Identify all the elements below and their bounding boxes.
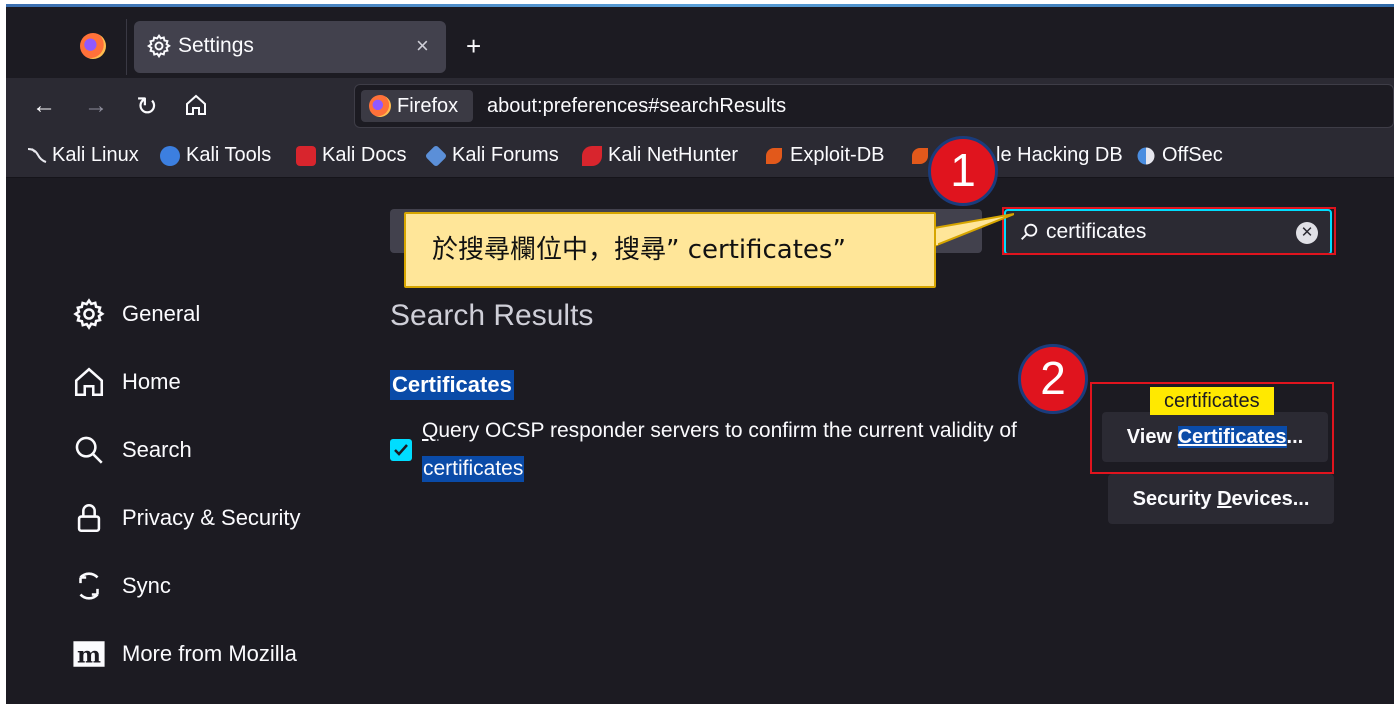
url-text[interactable]: about:preferences#searchResults xyxy=(487,95,786,118)
forward-button[interactable]: → xyxy=(84,92,108,120)
sidebar-item-search[interactable]: Search xyxy=(72,433,192,467)
kali-tools-icon xyxy=(160,145,180,166)
exploit-db-icon xyxy=(766,147,782,164)
tab-close-button[interactable]: × xyxy=(416,33,429,59)
ocsp-label-text: uery OCSP responder servers to confirm t… xyxy=(438,419,1017,442)
firefox-logo-icon[interactable] xyxy=(80,33,106,59)
tab-settings[interactable]: Settings × xyxy=(134,21,446,73)
sidebar-item-label: More from Mozilla xyxy=(122,641,297,666)
offsec-icon xyxy=(1137,147,1155,164)
sidebar-item-label: Home xyxy=(122,369,181,394)
bookmark-kali-forums[interactable]: Kali Forums xyxy=(424,144,559,167)
sidebar-item-sync[interactable]: Sync xyxy=(72,569,171,603)
bookmark-offsec[interactable]: OffSec xyxy=(1136,144,1223,167)
mozilla-icon: m xyxy=(73,641,105,669)
back-button[interactable]: ← xyxy=(32,92,56,120)
gear-icon xyxy=(73,298,105,330)
ocsp-checkbox[interactable] xyxy=(390,439,412,461)
bookmark-kali-linux[interactable]: Kali Linux xyxy=(26,144,139,167)
sidebar-item-label: General xyxy=(122,301,201,326)
home-icon[interactable] xyxy=(184,93,208,117)
search-icon xyxy=(75,436,103,464)
bookmark-label: Exploit-DB xyxy=(790,144,885,166)
annotation-step-badge-1: 1 xyxy=(928,136,998,206)
bookmark-exploit-db[interactable]: Exploit-DB xyxy=(764,144,884,167)
sidebar-item-label: Search xyxy=(122,437,192,462)
sidebar-item-label: Privacy & Security xyxy=(122,505,301,530)
bookmark-label: Kali Linux xyxy=(52,144,139,166)
annotation-highlight-view-certificates xyxy=(1090,382,1334,474)
button-label-rest: evices... xyxy=(1231,488,1310,510)
sidebar-item-privacy-security[interactable]: Privacy & Security xyxy=(72,501,301,535)
firefox-logo-icon xyxy=(369,95,391,117)
tab-strip: Settings × + xyxy=(6,7,1394,78)
checkmark-icon xyxy=(394,444,408,456)
sidebar-item-label: Sync xyxy=(122,573,171,598)
accesskey-letter: D xyxy=(1217,488,1232,510)
sync-icon xyxy=(79,572,99,600)
tab-title: Settings xyxy=(178,34,254,57)
bookmark-label: Kali NetHunter xyxy=(608,144,739,166)
button-label-prefix: Security xyxy=(1132,488,1218,510)
navigation-toolbar: ← → ↻ Firefox about:preferences#searchRe… xyxy=(6,78,1394,134)
google-hacking-db-icon xyxy=(912,147,928,164)
certificates-heading: Certificates xyxy=(390,370,514,400)
callout-pointer xyxy=(934,213,1014,248)
new-tab-button[interactable]: + xyxy=(466,33,481,59)
reload-button[interactable]: ↻ xyxy=(136,92,158,120)
sidebar-item-more-from-mozilla[interactable]: m More from Mozilla xyxy=(72,637,297,671)
bookmark-label: le Hacking DB xyxy=(996,144,1123,166)
sidebar-item-general[interactable]: General xyxy=(72,297,200,331)
home-icon xyxy=(74,367,104,397)
bookmark-label: OffSec xyxy=(1162,144,1223,166)
browser-window: Settings × + ← → ↻ Firefox about:prefere… xyxy=(6,4,1394,704)
search-results-title: Search Results xyxy=(390,299,594,332)
identity-label: Firefox xyxy=(397,95,459,117)
bookmark-kali-docs[interactable]: Kali Docs xyxy=(296,144,406,167)
bookmark-kali-nethunter[interactable]: Kali NetHunter xyxy=(582,144,738,167)
tab-divider xyxy=(126,19,127,75)
kali-forums-icon xyxy=(424,144,448,167)
svg-text:m: m xyxy=(77,643,101,669)
url-bar[interactable]: Firefox about:preferences#searchResults xyxy=(354,84,1394,128)
ocsp-label-highlight: certificates xyxy=(422,456,525,482)
bookmark-label: Kali Docs xyxy=(322,144,407,166)
bookmarks-toolbar: Kali Linux Kali Tools Kali Docs Kali For… xyxy=(6,134,1394,178)
ocsp-accesskey: Q xyxy=(422,419,439,442)
annotation-highlight-search xyxy=(1002,207,1336,255)
ocsp-label[interactable]: Query OCSP responder servers to confirm … xyxy=(422,419,1017,443)
security-devices-button[interactable]: Security Devices... xyxy=(1108,474,1334,524)
sidebar-item-home[interactable]: Home xyxy=(72,365,181,399)
kali-docs-icon xyxy=(296,145,316,166)
gear-icon xyxy=(146,33,171,59)
lock-icon xyxy=(77,504,101,533)
bookmark-label: Kali Tools xyxy=(186,144,272,166)
annotation-step-badge-2: 2 xyxy=(1018,344,1088,414)
kali-dragon-icon xyxy=(26,146,47,166)
bookmark-kali-tools[interactable]: Kali Tools xyxy=(160,144,271,167)
annotation-callout: 於搜尋欄位中，搜尋” certificates” xyxy=(404,212,936,288)
bookmark-label: Kali Forums xyxy=(452,144,559,166)
nethunter-icon xyxy=(582,145,602,166)
identity-box[interactable]: Firefox xyxy=(361,90,473,122)
